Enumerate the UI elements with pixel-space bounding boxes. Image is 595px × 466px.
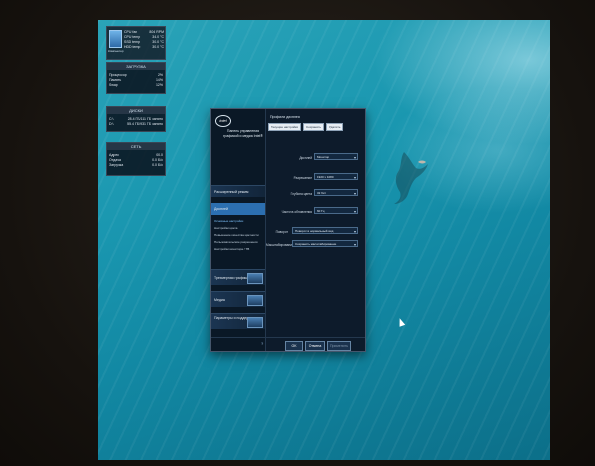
disks-gadget: ДИСКИ C:\ 28.4 ГБ/111 ГБ занято D:\ 55.4 Г… xyxy=(106,106,166,132)
tab-save[interactable]: Сохранить xyxy=(303,123,324,131)
desktop-screen: Компьютер CPU fan 804 RPM CPU temp 34.0 °C… xyxy=(98,20,550,460)
load-gadget: ЗАГРУЗКА Процессор 2% Память 14% Swap 12% xyxy=(106,62,166,94)
swimmer-wallpaper xyxy=(394,152,428,204)
sidebar-item-media[interactable]: Медиа xyxy=(211,291,265,307)
mouse-cursor-icon xyxy=(396,317,406,327)
sidebar-subitem-custom-resolutions[interactable]: Пользовательские разрешения xyxy=(214,239,258,245)
sidebar-item-display[interactable]: Дисплей xyxy=(211,203,265,215)
monitor-bezel: Компьютер CPU fan 804 RPM CPU temp 34.0 °C… xyxy=(0,0,595,466)
gadget-row: HDD temp 30.0 °C xyxy=(124,45,164,49)
computer-icon xyxy=(109,30,122,48)
dialog-main: Профили дисплея Текущие настройки Сохран… xyxy=(266,109,365,351)
sidebar-item-3d[interactable]: Трехмерная графика xyxy=(211,269,265,285)
resolution-label: Разрешение xyxy=(293,176,312,180)
intel-logo: intel xyxy=(215,115,231,127)
gadget-row: Загрузка 0.0 Б/с xyxy=(109,163,163,167)
load-title: ЗАГРУЗКА xyxy=(107,63,165,70)
gadget-row: Swap 12% xyxy=(109,83,163,87)
color-depth-select[interactable]: 32 бит xyxy=(314,189,358,197)
color-depth-label: Глубина цвета xyxy=(290,192,312,196)
sidebar-item-options[interactable]: Параметры и поддержка xyxy=(211,313,265,329)
sidebar-subitem-color[interactable]: Настройки цвета xyxy=(214,225,237,231)
ok-button[interactable]: OK xyxy=(285,341,303,351)
refresh-rate-select[interactable]: 60 Гц xyxy=(314,207,358,215)
sidebar-subitem-basic[interactable]: Основные настройки xyxy=(214,218,243,224)
cancel-button[interactable]: Отмена xyxy=(305,341,325,351)
resolution-select[interactable]: 1920 x 1080 xyxy=(314,173,358,181)
network-gadget: СЕТЬ Адрес 00.0 Отдача 0.0 Б/с Загрузка 0.0… xyxy=(106,142,166,176)
scaling-select[interactable]: Сохранить масштабирование xyxy=(292,240,358,248)
tab-current[interactable]: Текущие настройки xyxy=(268,123,302,131)
network-title: СЕТЬ xyxy=(107,143,165,150)
sidebar-subitem-color-enhancement[interactable]: Повышение качества цветности xyxy=(214,232,259,238)
sidebar-item-advanced-mode[interactable]: Расширенный режим xyxy=(211,185,265,197)
dialog-title: Панель управления графикой и медиа Intel… xyxy=(223,129,263,138)
display-label: Дисплей xyxy=(299,156,312,160)
dialog-sidebar: intel Панель управления графикой и медиа… xyxy=(211,109,266,351)
refresh-rate-label: Частота обновления xyxy=(281,210,312,214)
media-icon xyxy=(247,295,263,306)
profile-tabs: Текущие настройки Сохранить Удалить xyxy=(268,123,344,131)
disks-title: ДИСКИ xyxy=(107,107,165,114)
tab-delete[interactable]: Удалить xyxy=(325,123,344,131)
sidebar-subitem-monitor-tv[interactable]: Настройки монитора / ТВ xyxy=(214,246,249,252)
display-select[interactable]: Монитор xyxy=(314,153,358,161)
apply-button[interactable]: Применить xyxy=(327,341,351,351)
help-icon[interactable]: ? xyxy=(261,341,263,346)
3d-icon xyxy=(247,273,263,284)
dialog-footer: ? OK Отмена Применить xyxy=(211,337,365,352)
scaling-label: Масштабирование xyxy=(266,243,294,247)
intel-graphics-dialog: intel Панель управления графикой и медиа… xyxy=(210,108,366,352)
system-gadget: Компьютер CPU fan 804 RPM CPU temp 34.0 °C… xyxy=(106,26,166,60)
rotation-label: Поворот xyxy=(275,230,288,234)
rotation-select[interactable]: Поворот в нормальный вид xyxy=(292,227,358,235)
options-icon xyxy=(247,317,263,328)
display-profiles-label: Профили дисплея xyxy=(270,115,300,119)
computer-label: Компьютер xyxy=(108,49,124,53)
gadget-row: D:\ 55.4 ГБ/931 ГБ занято xyxy=(109,122,163,126)
